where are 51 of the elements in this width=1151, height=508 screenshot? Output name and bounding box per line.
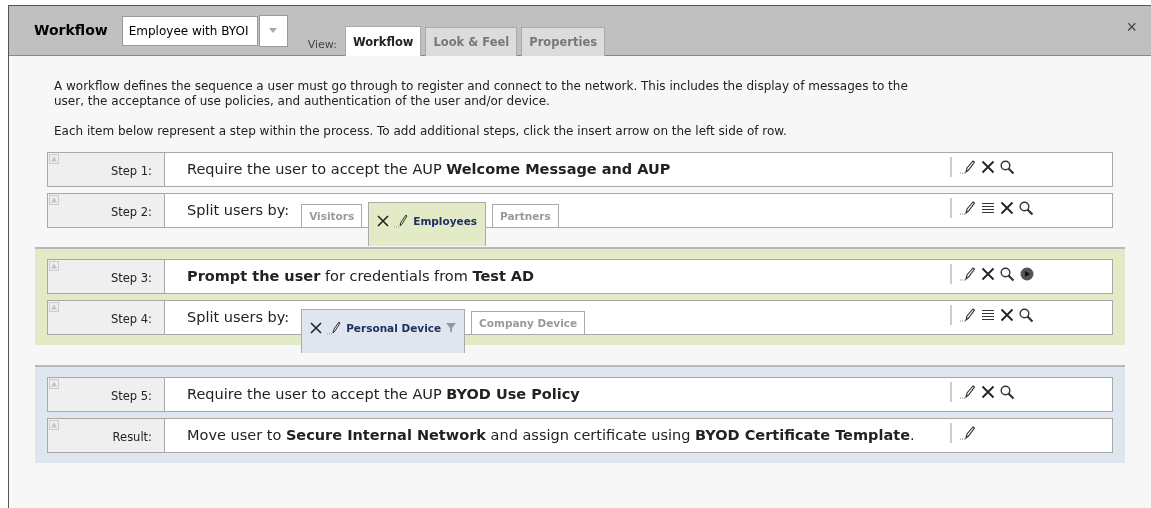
- caret-icon: [269, 28, 278, 33]
- list-icon[interactable]: [981, 202, 995, 214]
- search-icon[interactable]: [1000, 159, 1015, 175]
- close-button[interactable]: ×: [1126, 18, 1137, 36]
- branch-tab[interactable]: Partners: [492, 204, 559, 228]
- pencil-icon[interactable]: [394, 213, 409, 228]
- branch-tab[interactable]: Employees: [368, 202, 486, 246]
- delete-icon[interactable]: [1000, 201, 1014, 215]
- search-icon[interactable]: [1000, 384, 1015, 400]
- pencil-icon[interactable]: [960, 426, 976, 440]
- branch-tab[interactable]: Company Device: [471, 311, 586, 335]
- pencil-icon[interactable]: [960, 267, 976, 281]
- step-label-cell: Result:: [48, 419, 165, 452]
- pencil-icon[interactable]: [960, 201, 976, 215]
- delete-icon[interactable]: [981, 385, 995, 399]
- pencil-icon[interactable]: [960, 160, 976, 174]
- delete-icon[interactable]: [377, 214, 390, 227]
- view-tab[interactable]: Look & Feel: [425, 27, 518, 56]
- step-text: Require the user to accept the AUP BYOD Use Policy: [187, 386, 580, 402]
- branch-tab[interactable]: Personal Device: [301, 309, 466, 353]
- step-label-cell: Step 1:: [48, 153, 165, 186]
- step-text: Split users by:: [187, 202, 290, 218]
- step-text: Prompt the user for credentials from Test AD: [187, 268, 535, 284]
- search-icon[interactable]: [1019, 200, 1034, 216]
- search-icon[interactable]: [1000, 266, 1015, 282]
- step-label-cell: Step 3:: [48, 260, 165, 293]
- view-tab[interactable]: Workflow: [344, 26, 422, 56]
- step-label-cell: Step 2:: [48, 194, 165, 227]
- step-label-cell: Step 5:: [48, 378, 165, 411]
- step-text: Require the user to accept the AUP Welcome Message and AUP: [187, 161, 671, 177]
- branch-tab[interactable]: Visitors: [301, 204, 363, 228]
- view-label: View:: [307, 38, 337, 51]
- delete-icon[interactable]: [310, 321, 323, 334]
- pencil-icon[interactable]: [960, 308, 976, 322]
- workflow-select[interactable]: Employee with BYOI: [121, 15, 258, 46]
- pencil-icon[interactable]: [960, 385, 976, 399]
- description-text: Each item below represent a step within the process. To add additional steps, click the insert arrow on the left side of row.: [54, 124, 788, 139]
- description-text: A workflow defines the sequence a user must go through to register and connect to the network. This includes the display of messages to the user, the acceptance of use policies, and authentication of the user and/or device.: [54, 79, 909, 109]
- step-label-cell: Step 4:: [48, 301, 165, 334]
- view-tab[interactable]: Properties: [521, 27, 606, 56]
- play-icon[interactable]: [1020, 267, 1034, 281]
- delete-icon[interactable]: [981, 267, 995, 281]
- list-icon[interactable]: [981, 309, 995, 321]
- step-text: Split users by:: [187, 309, 290, 325]
- step-text: Move user to Secure Internal Network and assign certificate using BYOD Certificate Template.: [187, 427, 915, 443]
- panel-title: Workflow: [34, 21, 108, 38]
- dropdown-button[interactable]: [258, 14, 288, 47]
- pencil-icon[interactable]: [327, 320, 342, 335]
- delete-icon[interactable]: [1000, 308, 1014, 322]
- search-icon[interactable]: [1019, 307, 1034, 323]
- delete-icon[interactable]: [981, 160, 995, 174]
